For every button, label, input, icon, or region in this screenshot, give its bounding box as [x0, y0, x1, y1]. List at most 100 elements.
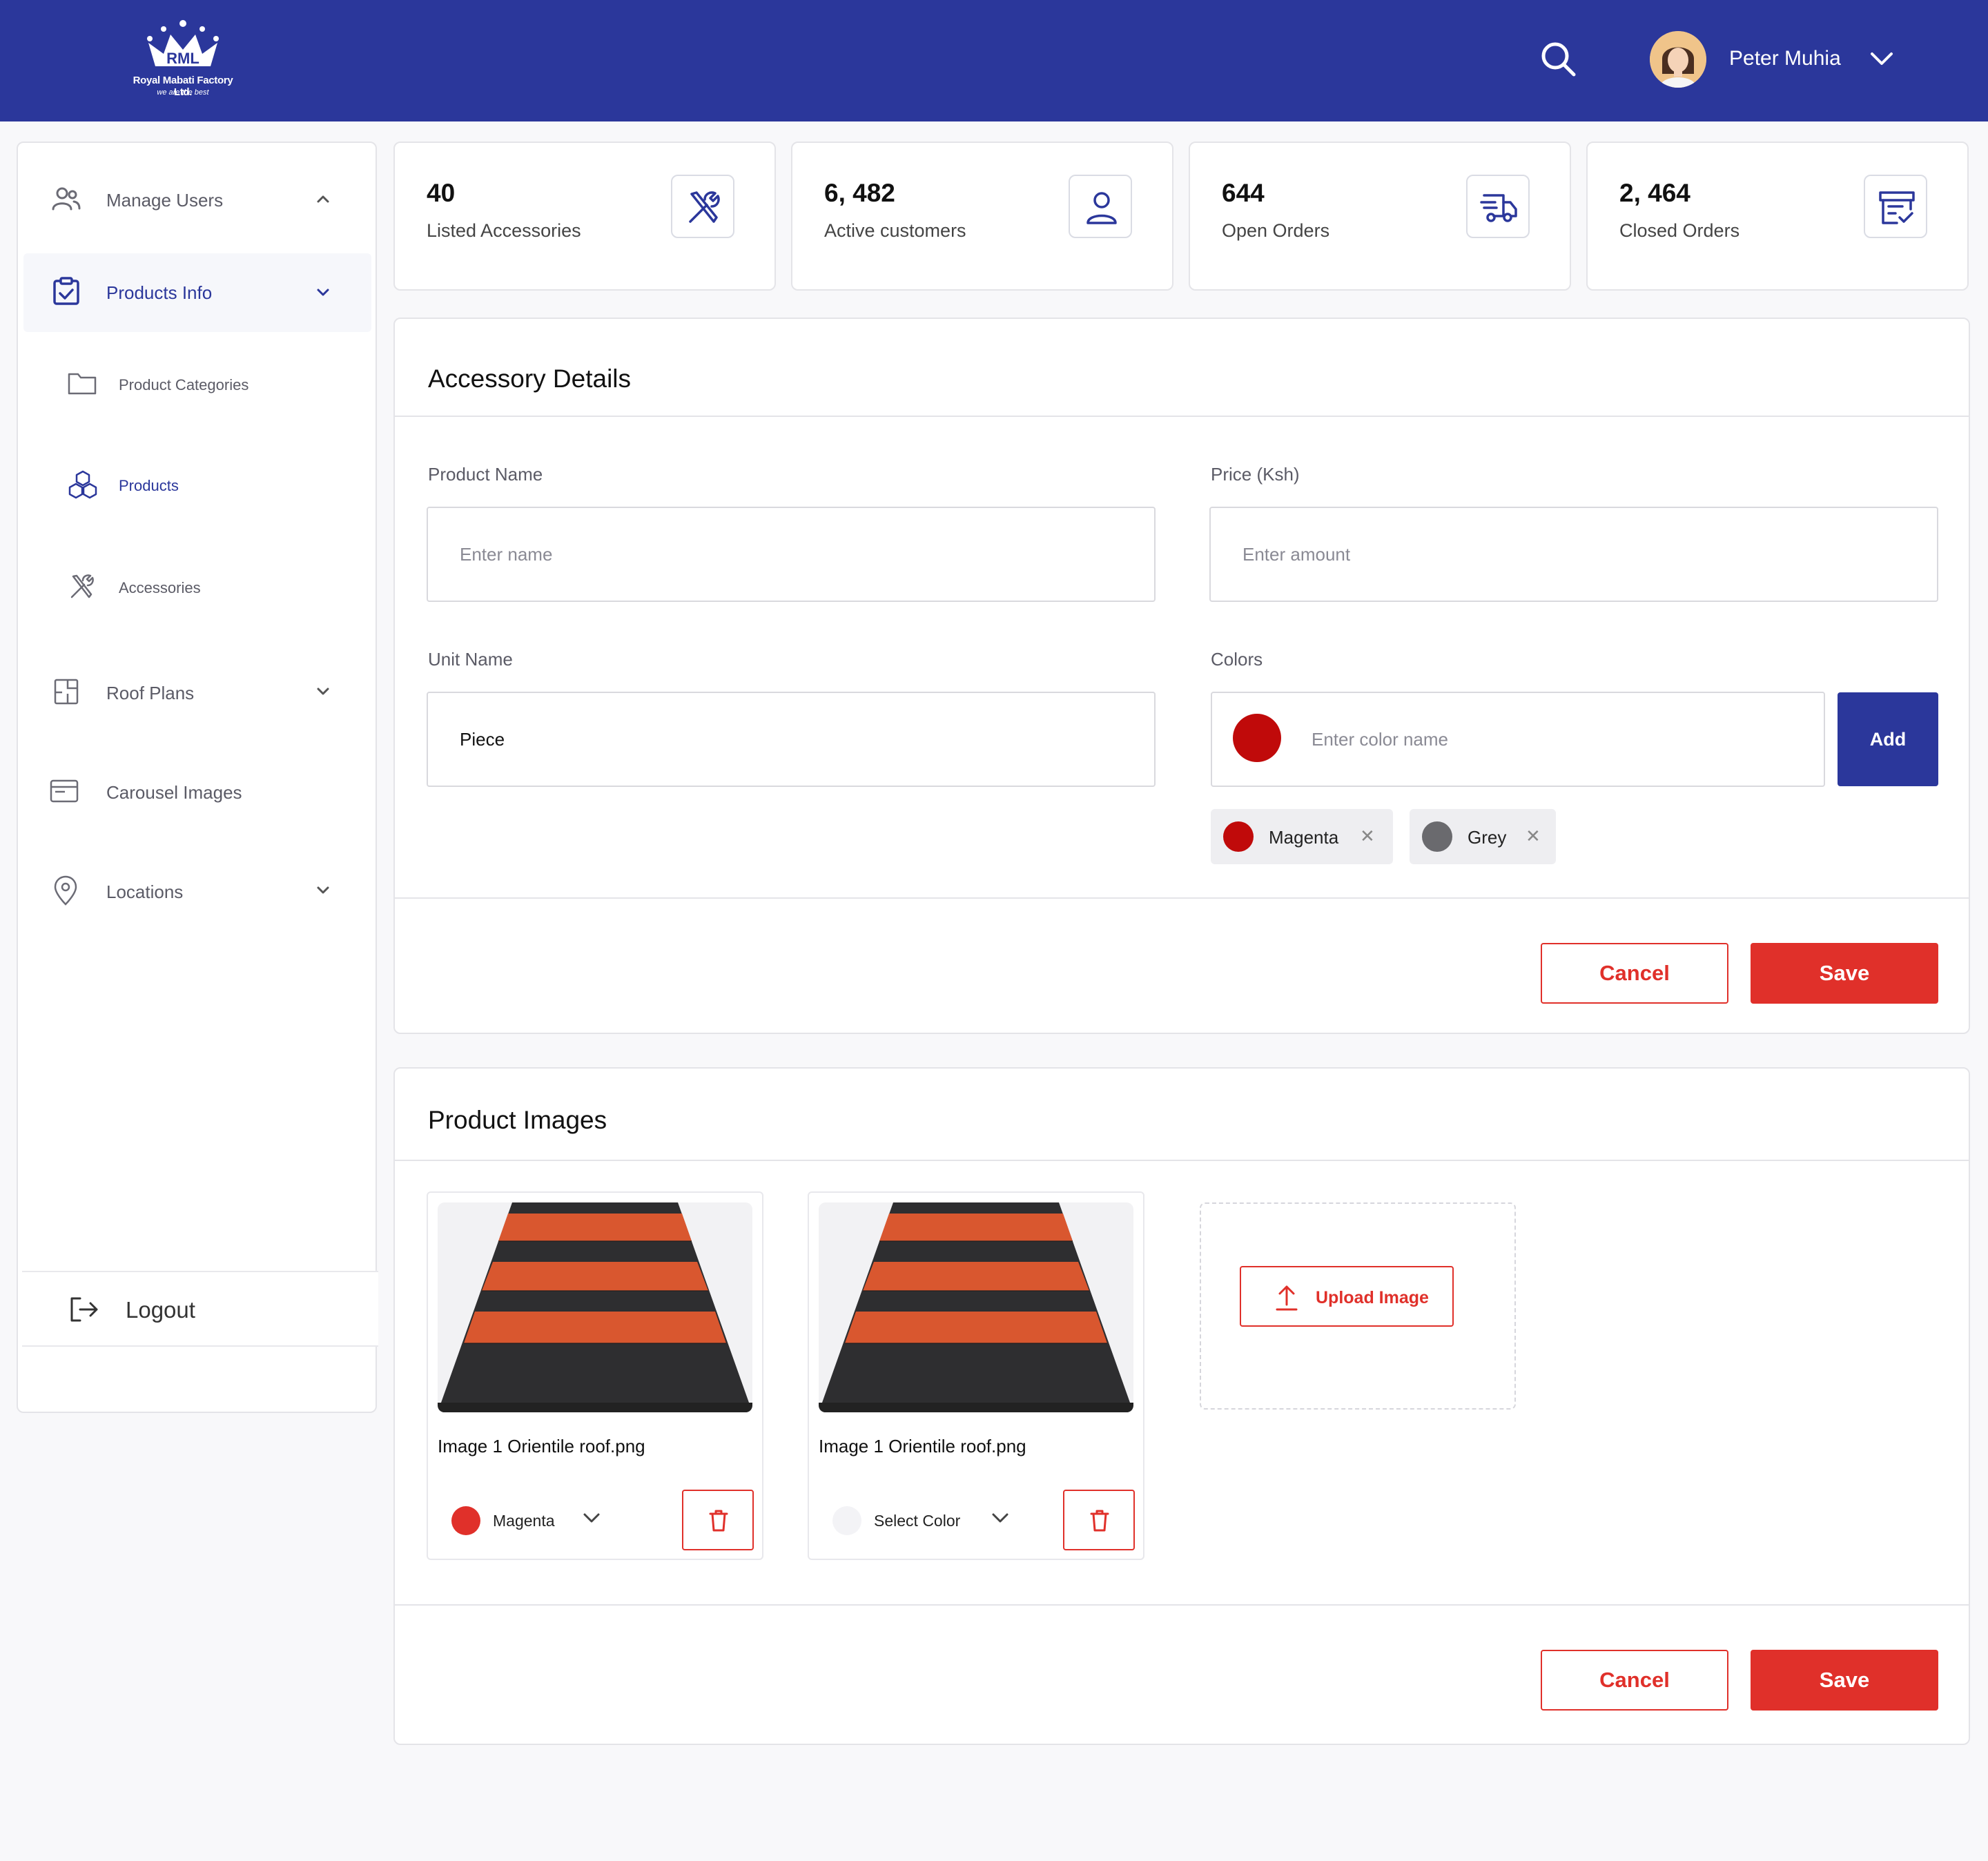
colors-label: Colors: [1211, 649, 1263, 670]
brand-tagline: we are the best: [157, 88, 209, 97]
roof-tile-image: [438, 1202, 752, 1412]
users-icon: [52, 187, 81, 211]
delete-image-button[interactable]: [1063, 1490, 1135, 1550]
logout-label: Logout: [126, 1297, 195, 1323]
sidebar: Manage Users Products Info Product Categ…: [17, 142, 378, 1413]
upload-arrow-icon: [1276, 1285, 1298, 1311]
stat-card-open-orders: 644 Open Orders: [1189, 142, 1571, 291]
chevron-down-icon[interactable]: [990, 1510, 1011, 1526]
remove-chip-close-icon[interactable]: ✕: [1526, 826, 1541, 847]
price-label: Price (Ksh): [1211, 464, 1300, 485]
remove-chip-close-icon[interactable]: ✕: [1360, 826, 1375, 847]
upload-image-button[interactable]: Upload Image: [1240, 1266, 1454, 1327]
chevron-down-icon[interactable]: [315, 286, 331, 299]
stat-icon-box: [671, 175, 734, 238]
price-input[interactable]: [1209, 507, 1938, 602]
product-name-input[interactable]: [427, 507, 1156, 602]
stat-card-closed-orders: 2, 464 Closed Orders: [1586, 142, 1969, 291]
floor-plan-icon: [54, 679, 79, 705]
stat-icon-box: [1069, 175, 1132, 238]
sidebar-item-manage-users[interactable]: Manage Users: [18, 175, 376, 224]
accessory-details-panel: Accessory Details: [393, 318, 1970, 1034]
sidebar-item-products-info[interactable]: Products Info: [23, 253, 371, 332]
stat-label: Open Orders: [1222, 220, 1330, 241]
chevron-down-icon[interactable]: [581, 1510, 602, 1526]
image-color-dot: [451, 1506, 480, 1535]
stat-label: Active customers: [824, 220, 966, 241]
panel-title: Product Images: [428, 1106, 607, 1134]
save-button[interactable]: Save: [1751, 943, 1938, 1004]
tools-icon: [70, 574, 94, 598]
cancel-button[interactable]: Cancel: [1541, 1650, 1728, 1711]
unit-name-input[interactable]: [427, 692, 1156, 787]
search-icon[interactable]: [1539, 40, 1578, 79]
cancel-button[interactable]: Cancel: [1541, 943, 1728, 1004]
sidebar-item-products[interactable]: Products: [18, 463, 376, 505]
stat-value: 2, 464: [1619, 179, 1690, 207]
add-color-button[interactable]: Add: [1838, 692, 1938, 786]
color-picker-swatch[interactable]: [1233, 714, 1281, 762]
user-name[interactable]: Peter Muhia: [1729, 47, 1841, 70]
stat-icon-box: [1864, 175, 1927, 238]
sidebar-item-locations[interactable]: Locations: [18, 866, 376, 916]
image-card: Image 1 Orientile roof.png Magenta: [427, 1191, 763, 1560]
unit-name-label: Unit Name: [428, 649, 513, 670]
panel-title: Accessory Details: [428, 364, 632, 393]
browser-window-icon: [50, 779, 79, 803]
stat-value: 644: [1222, 179, 1265, 207]
sidebar-item-carousel-images[interactable]: Carousel Images: [18, 767, 376, 817]
chip-label: Magenta: [1269, 827, 1339, 848]
upload-dropzone[interactable]: Upload Image: [1200, 1202, 1516, 1410]
upload-image-label: Upload Image: [1316, 1288, 1429, 1307]
cubes-icon: [68, 470, 97, 499]
crown-icon: RML: [147, 20, 219, 67]
logout-icon: [70, 1297, 98, 1322]
archive-check-icon: [1879, 191, 1915, 224]
delete-image-button[interactable]: [682, 1490, 754, 1550]
stat-card-active-customers: 6, 482 Active customers: [791, 142, 1173, 291]
tools-icon: [689, 191, 720, 223]
chip-color-dot: [1422, 821, 1452, 852]
sidebar-item-label: Manage Users: [106, 190, 224, 211]
trash-icon: [709, 1510, 728, 1532]
sidebar-item-label: Accessories: [119, 579, 201, 596]
avatar[interactable]: [1650, 31, 1706, 88]
divider: [395, 1160, 1969, 1161]
color-chip-grey: Grey ✕: [1410, 809, 1556, 864]
stat-icon-box: [1466, 175, 1530, 238]
stat-value: 6, 482: [824, 179, 895, 207]
divider: [395, 416, 1969, 417]
sidebar-item-label: Locations: [106, 881, 184, 902]
sidebar-item-accessories[interactable]: Accessories: [18, 565, 376, 607]
user-menu-chevron-down-icon[interactable]: [1869, 48, 1894, 69]
sidebar-item-label: Products Info: [106, 282, 213, 303]
clipboard-check-icon: [53, 277, 79, 305]
sidebar-item-product-categories[interactable]: Product Categories: [18, 362, 376, 404]
divider: [395, 897, 1969, 899]
chip-color-dot: [1223, 821, 1254, 852]
image-color-select[interactable]: Magenta: [493, 1512, 555, 1530]
sidebar-item-label: Products: [119, 477, 179, 494]
color-name-input[interactable]: [1298, 693, 1809, 786]
divider: [395, 1604, 1969, 1606]
stat-label: Closed Orders: [1619, 220, 1740, 241]
sidebar-item-label: Carousel Images: [106, 782, 242, 803]
image-card: Image 1 Orientile roof.png Select Color: [808, 1191, 1144, 1560]
sidebar-item-roof-plans[interactable]: Roof Plans: [18, 668, 376, 717]
stat-card-listed-accessories: 40 Listed Accessories: [393, 142, 776, 291]
image-color-select[interactable]: Select Color: [874, 1512, 960, 1530]
roof-tile-image: [819, 1202, 1133, 1412]
chevron-down-icon[interactable]: [315, 884, 331, 897]
map-pin-icon: [54, 875, 77, 906]
sidebar-item-label: Roof Plans: [106, 683, 195, 703]
folder-icon: [68, 373, 97, 395]
brand-logo[interactable]: RML Royal Mabati Factory Ltd. we are the…: [128, 18, 238, 101]
chevron-up-icon[interactable]: [315, 193, 331, 205]
stat-value: 40: [427, 179, 456, 207]
save-button[interactable]: Save: [1751, 1650, 1938, 1711]
product-name-label: Product Name: [428, 464, 543, 485]
sidebar-item-label: Product Categories: [119, 376, 249, 393]
chevron-down-icon[interactable]: [315, 685, 331, 698]
chip-label: Grey: [1468, 827, 1507, 848]
logout-button[interactable]: Logout: [22, 1271, 378, 1347]
